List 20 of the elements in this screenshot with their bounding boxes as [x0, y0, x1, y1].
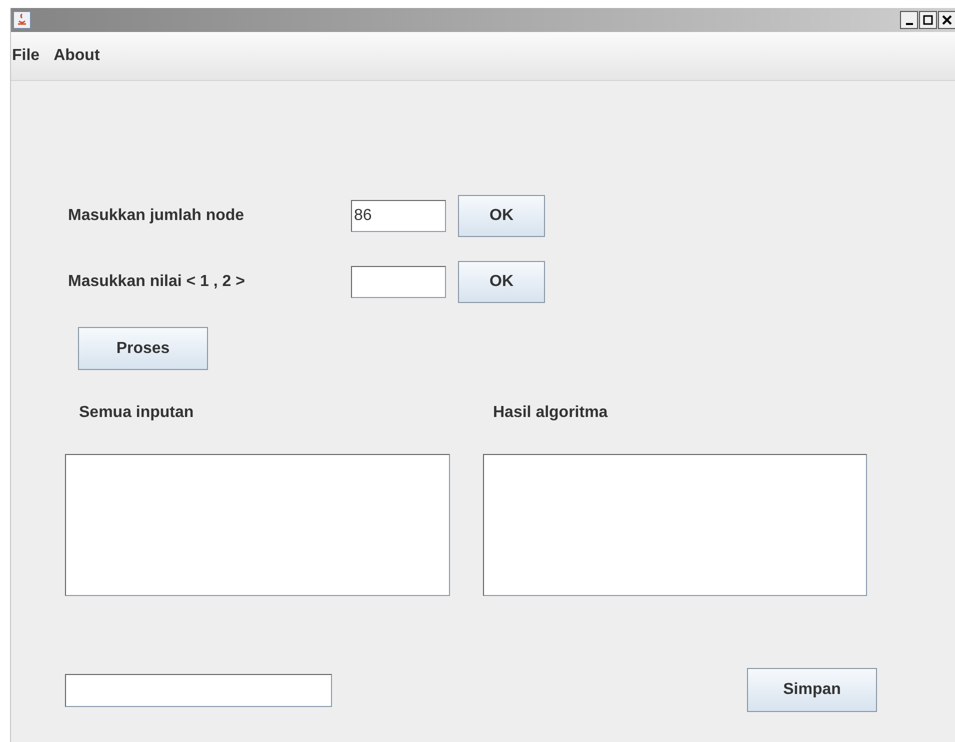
input-field[interactable] [351, 266, 446, 298]
minimize-icon [906, 23, 912, 25]
panel-label: Hasil algoritma [492, 404, 609, 422]
cup-icon [13, 11, 31, 29]
ok-button[interactable]: OK [458, 195, 545, 237]
field-label: Masukkan jumlah node [67, 207, 246, 225]
input-field[interactable] [65, 674, 332, 706]
input-field[interactable]: 86 [351, 200, 446, 232]
minimize-button[interactable] [900, 11, 918, 29]
maximize-button[interactable] [919, 11, 937, 29]
panel-label: Semua inputan [78, 404, 195, 422]
process-button[interactable]: Proses [78, 327, 208, 370]
close-button[interactable] [938, 11, 955, 29]
menu-item[interactable]: About [54, 47, 100, 65]
maximize-icon [923, 15, 933, 25]
close-icon [942, 15, 952, 25]
menu-item[interactable]: File [12, 47, 40, 65]
save-button[interactable]: Simpan [747, 668, 877, 712]
ok-button[interactable]: OK [458, 261, 545, 303]
field-label: Masukkan nilai < 1 , 2 > [67, 273, 246, 291]
